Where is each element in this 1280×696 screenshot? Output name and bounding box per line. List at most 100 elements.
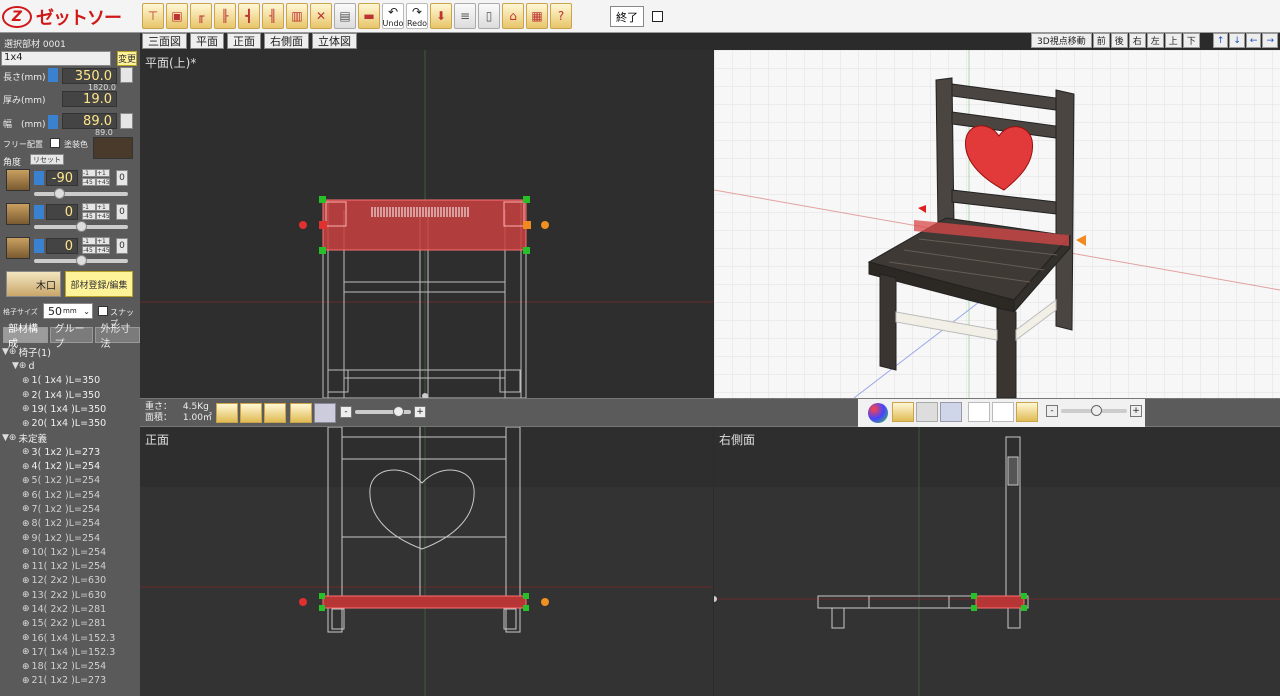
- arrow-down-icon[interactable]: ↓: [1229, 33, 1245, 48]
- tree-group[interactable]: ▼⊕ 未定義: [0, 431, 140, 445]
- rotate-view-icon[interactable]: [992, 402, 1014, 422]
- rot-h-slider[interactable]: [34, 188, 128, 199]
- wireframe-icon[interactable]: [940, 402, 962, 422]
- rot-h-minus1[interactable]: -1: [82, 169, 96, 177]
- tree-item[interactable]: ⊕ 12( 2x2 )L=630: [0, 574, 140, 588]
- rot-v-slider-knob[interactable]: [76, 221, 87, 232]
- nav-left-button[interactable]: 左: [1146, 33, 1164, 48]
- tree-item[interactable]: ⊕ 2( 1x4 )L=350: [0, 388, 140, 402]
- rot-r-input[interactable]: 0: [46, 238, 78, 254]
- rot-h-minus45[interactable]: -45: [82, 178, 96, 186]
- zoom-in-3d-button[interactable]: +: [1130, 405, 1142, 417]
- move-z-icon[interactable]: [264, 403, 286, 423]
- tree-item[interactable]: ⊕ 7( 1x2 )L=254: [0, 502, 140, 516]
- frame-tool-icon[interactable]: ╓: [190, 3, 212, 29]
- arrow-right-icon[interactable]: →: [1262, 33, 1278, 48]
- undo-button[interactable]: ↶ Undo: [382, 3, 404, 29]
- rot-v-plus45[interactable]: +45: [96, 212, 110, 220]
- rot-r-slider-knob[interactable]: [76, 255, 87, 266]
- tree-item[interactable]: ⊕ 18( 1x2 )L=254: [0, 660, 140, 674]
- shelf-tool-icon[interactable]: ▥: [286, 3, 308, 29]
- rot-h-plus1[interactable]: +1: [96, 169, 110, 177]
- rot-r-minus45[interactable]: -45: [82, 246, 96, 254]
- kiguchi-button[interactable]: 木口: [6, 271, 61, 297]
- zoom-out-3d-button[interactable]: -: [1046, 405, 1058, 417]
- rot-r-zero[interactable]: 0: [116, 238, 128, 254]
- rot-h-input[interactable]: -90: [46, 170, 78, 186]
- redo-button[interactable]: ↷ Redo: [406, 3, 428, 29]
- tree-item[interactable]: ⊕ 14( 2x2 )L=281: [0, 602, 140, 616]
- handle[interactable]: [523, 196, 530, 203]
- tab-3d[interactable]: 立体図: [312, 33, 357, 49]
- rot-v-plus1[interactable]: +1: [96, 203, 110, 211]
- bracket-tool-icon[interactable]: ╢: [262, 3, 284, 29]
- tree-item[interactable]: ⊕ 15( 2x2 )L=281: [0, 617, 140, 631]
- zoom-out-button[interactable]: -: [340, 406, 352, 418]
- handle[interactable]: [319, 247, 326, 254]
- tab-top[interactable]: 平面: [190, 33, 224, 49]
- rot-h-slider-knob[interactable]: [54, 188, 65, 199]
- tree-item[interactable]: ⊕ 17( 1x4 )L=152.3: [0, 645, 140, 659]
- tree-item[interactable]: ⊕ 3( 1x2 )L=273: [0, 445, 140, 459]
- rot-h-zero[interactable]: 0: [116, 170, 128, 186]
- tab-three-view[interactable]: 三面図: [142, 33, 187, 49]
- selected-board[interactable]: [322, 199, 527, 251]
- nav-down-button[interactable]: 下: [1182, 33, 1200, 48]
- free-place-checkbox[interactable]: [50, 138, 60, 148]
- rot-r-minus1[interactable]: -1: [82, 237, 96, 245]
- move-x-icon[interactable]: [216, 403, 238, 423]
- nav-up-button[interactable]: 上: [1164, 33, 1182, 48]
- home-tool-icon[interactable]: ⌂: [502, 3, 524, 29]
- nav-front-button[interactable]: 前: [1092, 33, 1110, 48]
- 3d-viewport[interactable]: [714, 50, 1280, 398]
- tree-group[interactable]: ▼⊕ 椅子(1): [0, 345, 140, 359]
- part-type-field[interactable]: 1x4: [1, 51, 111, 66]
- grid-size-select[interactable]: 50 mm ⌄: [43, 303, 93, 319]
- zoom-slider[interactable]: [355, 406, 411, 417]
- panel-tool-icon[interactable]: ▯: [478, 3, 500, 29]
- measure-icon[interactable]: [1016, 402, 1038, 422]
- tab-outer-dimension[interactable]: 外形寸法: [95, 324, 140, 350]
- tree-item[interactable]: ⊕ 4( 1x2 )L=254: [0, 459, 140, 473]
- tree-item[interactable]: ⊕ 1( 1x4 )L=350: [0, 374, 140, 388]
- axis-icon[interactable]: [314, 403, 336, 423]
- tree-item[interactable]: ⊕ 5( 1x2 )L=254: [0, 474, 140, 488]
- delete-tool-icon[interactable]: ✕: [310, 3, 332, 29]
- tree-item[interactable]: ⊕ 21( 1x2 )L=273: [0, 674, 140, 688]
- rot-v-input[interactable]: 0: [46, 204, 78, 220]
- move-y-icon[interactable]: [240, 403, 262, 423]
- axes-icon[interactable]: [968, 402, 990, 422]
- rot-h-plus45[interactable]: +45: [96, 178, 110, 186]
- tab-right-side[interactable]: 右側面: [264, 33, 309, 49]
- tree-group[interactable]: ▼⊕ d: [0, 359, 140, 373]
- board-tool-icon[interactable]: ▬: [358, 3, 380, 29]
- rot-v-minus1[interactable]: -1: [82, 203, 96, 211]
- handle[interactable]: [523, 247, 530, 254]
- copy-tool-icon[interactable]: ▤: [334, 3, 356, 29]
- tree-item[interactable]: ⊕ 9( 1x2 )L=254: [0, 531, 140, 545]
- rot-r-plus1[interactable]: +1: [96, 237, 110, 245]
- color-icon[interactable]: [868, 403, 888, 423]
- top-view-viewport[interactable]: 平面(上)*: [140, 50, 713, 398]
- palette-tool-icon[interactable]: ▦: [526, 3, 548, 29]
- end-button[interactable]: 終了: [610, 6, 644, 27]
- rot-v-minus45[interactable]: -45: [82, 212, 96, 220]
- list-tool-icon[interactable]: ≡: [454, 3, 476, 29]
- tab-front[interactable]: 正面: [227, 33, 261, 49]
- joint-tool-icon[interactable]: ╟: [214, 3, 236, 29]
- solid-icon[interactable]: [916, 402, 938, 422]
- cut-90-tool-icon[interactable]: ▣: [166, 3, 188, 29]
- nav-right-button[interactable]: 右: [1128, 33, 1146, 48]
- rotate-handle-orange[interactable]: [541, 221, 549, 229]
- tab-part-structure[interactable]: 部材構成: [3, 324, 48, 350]
- width-stepper[interactable]: [120, 113, 133, 129]
- tree-item[interactable]: ⊕ 6( 1x2 )L=254: [0, 488, 140, 502]
- arrow-up-icon[interactable]: ↑: [1212, 33, 1229, 48]
- reset-button[interactable]: リセット: [30, 154, 64, 165]
- rot-r-slider[interactable]: [34, 255, 128, 266]
- tree-item[interactable]: ⊕ 8( 1x2 )L=254: [0, 517, 140, 531]
- nav-back-button[interactable]: 後: [1110, 33, 1128, 48]
- tree-item[interactable]: ⊕ 20( 1x4 )L=350: [0, 416, 140, 430]
- tree-item[interactable]: ⊕ 19( 1x4 )L=350: [0, 402, 140, 416]
- align-icon[interactable]: [290, 403, 312, 423]
